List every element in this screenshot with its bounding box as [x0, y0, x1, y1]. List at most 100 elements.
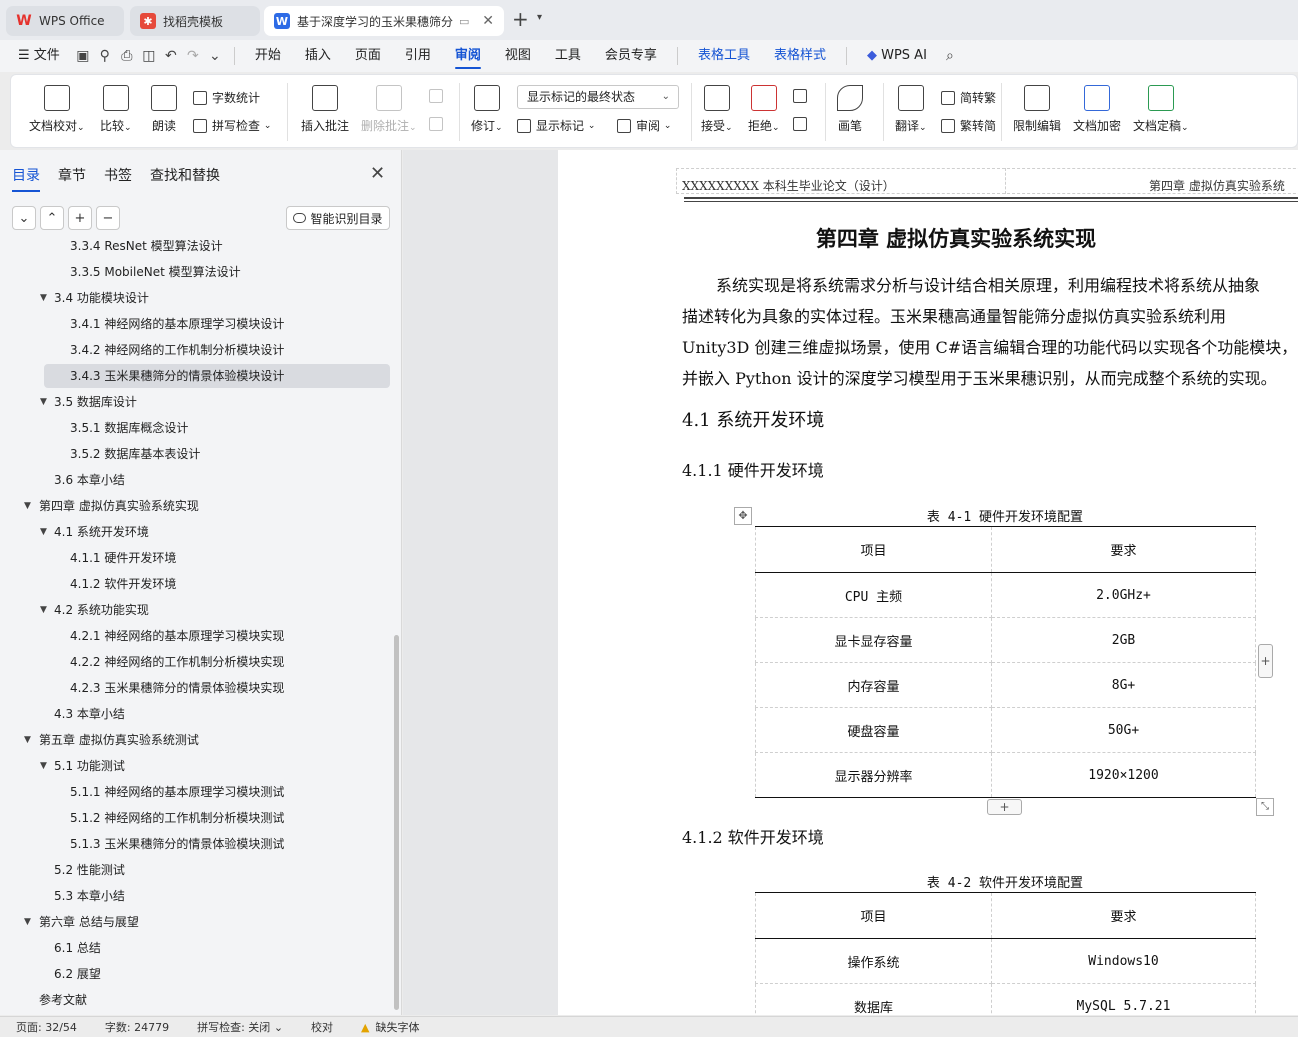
- table-header-cell[interactable]: 项目: [755, 892, 992, 939]
- toc-item[interactable]: 6.1 总结: [44, 936, 390, 960]
- toc-item[interactable]: 3.3.5 MobileNet 模型算法设计: [44, 260, 390, 284]
- table-cell[interactable]: 8G+: [991, 662, 1256, 708]
- table-cell[interactable]: 硬盘容量: [755, 707, 992, 753]
- toc-item[interactable]: 3.4.3 玉米果穗筛分的情景体验模块设计: [44, 364, 390, 388]
- prev-change-button[interactable]: [793, 89, 812, 103]
- expand-arrow-icon[interactable]: ▼: [40, 286, 47, 310]
- expand-arrow-icon[interactable]: ▼: [24, 728, 31, 752]
- insert-comment-button[interactable]: 插入批注: [301, 85, 349, 134]
- close-panel-icon[interactable]: ✕: [370, 163, 385, 184]
- toc-item[interactable]: 3.5.2 数据库基本表设计: [44, 442, 390, 466]
- toc-item[interactable]: 4.1.1 硬件开发环境: [44, 546, 390, 570]
- toc-item[interactable]: 3.6 本章小结: [44, 468, 390, 492]
- menu-page[interactable]: 页面: [343, 40, 393, 72]
- table-cell[interactable]: 显卡显存容量: [755, 617, 992, 663]
- compare-button[interactable]: 比较⌄: [100, 85, 132, 134]
- prev-comment-button[interactable]: [429, 89, 448, 103]
- read-aloud-button[interactable]: 朗读: [151, 85, 177, 134]
- nav-tab-sections[interactable]: 章节: [58, 165, 86, 192]
- next-change-button[interactable]: [793, 117, 812, 131]
- menu-tools[interactable]: 工具: [543, 40, 593, 72]
- wps-ai-button[interactable]: ◆ WPS AI: [855, 40, 939, 72]
- table-header-cell[interactable]: 要求: [991, 526, 1256, 573]
- expand-arrow-icon[interactable]: ▼: [40, 754, 47, 778]
- table-cell[interactable]: 1920×1200: [991, 752, 1256, 798]
- show-markup-button[interactable]: 显示标记 ⌄: [517, 117, 595, 134]
- toc-item[interactable]: 4.2.3 玉米果穗筛分的情景体验模块实现: [44, 676, 390, 700]
- reject-button[interactable]: 拒绝⌄: [748, 85, 780, 134]
- toc-item[interactable]: 3.4.1 神经网络的基本原理学习模块设计: [44, 312, 390, 336]
- save-icon[interactable]: ▣: [72, 40, 94, 72]
- table-cell[interactable]: Windows10: [991, 938, 1256, 984]
- markup-state-select[interactable]: 显示标记的最终状态 ⌄: [517, 85, 679, 109]
- table-cell[interactable]: CPU 主频: [755, 572, 992, 618]
- toc-scrollbar[interactable]: [394, 635, 399, 1010]
- to-simplified-button[interactable]: 繁转简: [941, 117, 996, 134]
- word-count-indicator[interactable]: 字数: 24779: [91, 1019, 183, 1035]
- toc-item[interactable]: 参考文献: [39, 988, 390, 1012]
- spell-check-indicator[interactable]: 拼写检查: 关闭 ⌄: [183, 1019, 297, 1035]
- collapse-up-button[interactable]: ⌃: [40, 206, 64, 230]
- undo-icon[interactable]: ↶: [160, 40, 182, 72]
- nav-tab-find-replace[interactable]: 查找和替换: [150, 165, 220, 192]
- table-cell[interactable]: 2GB: [991, 617, 1256, 663]
- table-cell[interactable]: 50G+: [991, 707, 1256, 753]
- toc-item[interactable]: 4.3 本章小结: [44, 702, 390, 726]
- table-header-cell[interactable]: 项目: [755, 526, 992, 573]
- word-count-button[interactable]: 字数统计: [193, 89, 260, 106]
- search-icon[interactable]: ⌕: [939, 40, 961, 72]
- toc-item[interactable]: 5.3 本章小结: [44, 884, 390, 908]
- toc-item[interactable]: 4.2.1 神经网络的基本原理学习模块实现: [44, 624, 390, 648]
- table-cell[interactable]: 操作系统: [755, 938, 992, 984]
- proofread-indicator[interactable]: 校对: [297, 1019, 347, 1035]
- expand-arrow-icon[interactable]: ▼: [40, 520, 47, 544]
- menu-insert[interactable]: 插入: [293, 40, 343, 72]
- toc-item[interactable]: 5.1.1 神经网络的基本原理学习模块测试: [44, 780, 390, 804]
- delete-comment-button[interactable]: 删除批注⌄: [361, 85, 417, 134]
- menu-table-style[interactable]: 表格样式: [762, 40, 838, 72]
- menu-home[interactable]: 开始: [243, 40, 293, 72]
- toc-item[interactable]: ▼ 5.1 功能测试: [40, 754, 390, 778]
- toc-item[interactable]: ▼ 第五章 虚拟仿真实验系统测试: [24, 728, 390, 752]
- table-move-handle-icon[interactable]: ✥: [734, 507, 752, 525]
- expand-down-button[interactable]: ⌄: [12, 206, 36, 230]
- add-row-button[interactable]: +: [987, 799, 1022, 815]
- document-page[interactable]: XXXXXXXXX 本科生毕业论文（设计） 第四章 虚拟仿真实验系统 第四章 虚…: [558, 150, 1298, 1015]
- toc-item[interactable]: 4.2.2 神经网络的工作机制分析模块实现: [44, 650, 390, 674]
- expand-arrow-icon[interactable]: ▼: [24, 494, 31, 518]
- menu-member[interactable]: 会员专享: [593, 40, 669, 72]
- accept-button[interactable]: 接受⌄: [701, 85, 733, 134]
- expand-arrow-icon[interactable]: ▼: [24, 910, 31, 934]
- next-comment-button[interactable]: [429, 117, 448, 131]
- review-pane-button[interactable]: 审阅 ⌄: [617, 117, 671, 134]
- toc-item[interactable]: ▼ 4.1 系统开发环境: [40, 520, 390, 544]
- table-cell[interactable]: 2.0GHz+: [991, 572, 1256, 618]
- table-header-cell[interactable]: 要求: [991, 892, 1256, 939]
- revise-button[interactable]: 修订⌄: [471, 85, 503, 134]
- toc-item[interactable]: ▼ 4.2 系统功能实现: [40, 598, 390, 622]
- add-heading-button[interactable]: +: [68, 206, 92, 230]
- table-cell[interactable]: 数据库: [755, 983, 992, 1015]
- encrypt-button[interactable]: 文档加密: [1073, 85, 1121, 134]
- translate-button[interactable]: 翻译⌄: [895, 85, 927, 134]
- tab-list-chevron-icon[interactable]: ▾: [537, 12, 542, 23]
- table-cell[interactable]: 内存容量: [755, 662, 992, 708]
- finalize-button[interactable]: 文档定稿⌄: [1133, 85, 1189, 134]
- toc-item[interactable]: ▼ 3.4 功能模块设计: [40, 286, 390, 310]
- toc-item[interactable]: ▼ 第四章 虚拟仿真实验系统实现: [24, 494, 390, 518]
- redo-icon[interactable]: ↷: [182, 40, 204, 72]
- toc-item[interactable]: ▼ 第六章 总结与展望: [24, 910, 390, 934]
- print-icon[interactable]: ⎙: [116, 40, 138, 72]
- page-indicator[interactable]: 页面: 32/54: [0, 1019, 91, 1035]
- menu-view[interactable]: 视图: [493, 40, 543, 72]
- menu-review[interactable]: 审阅: [443, 40, 493, 72]
- print-preview-icon[interactable]: ◫: [138, 40, 160, 72]
- toc-item[interactable]: 3.4.2 神经网络的工作机制分析模块设计: [44, 338, 390, 362]
- smart-toc-button[interactable]: 智能识别目录: [286, 206, 390, 230]
- remove-heading-button[interactable]: −: [96, 206, 120, 230]
- toc-item[interactable]: 3.5.1 数据库概念设计: [44, 416, 390, 440]
- table-cell[interactable]: MySQL 5.7.21: [991, 983, 1256, 1015]
- menu-table-tools[interactable]: 表格工具: [686, 40, 762, 72]
- toc-item[interactable]: ▼ 3.5 数据库设计: [40, 390, 390, 414]
- expand-arrow-icon[interactable]: ▼: [40, 390, 47, 414]
